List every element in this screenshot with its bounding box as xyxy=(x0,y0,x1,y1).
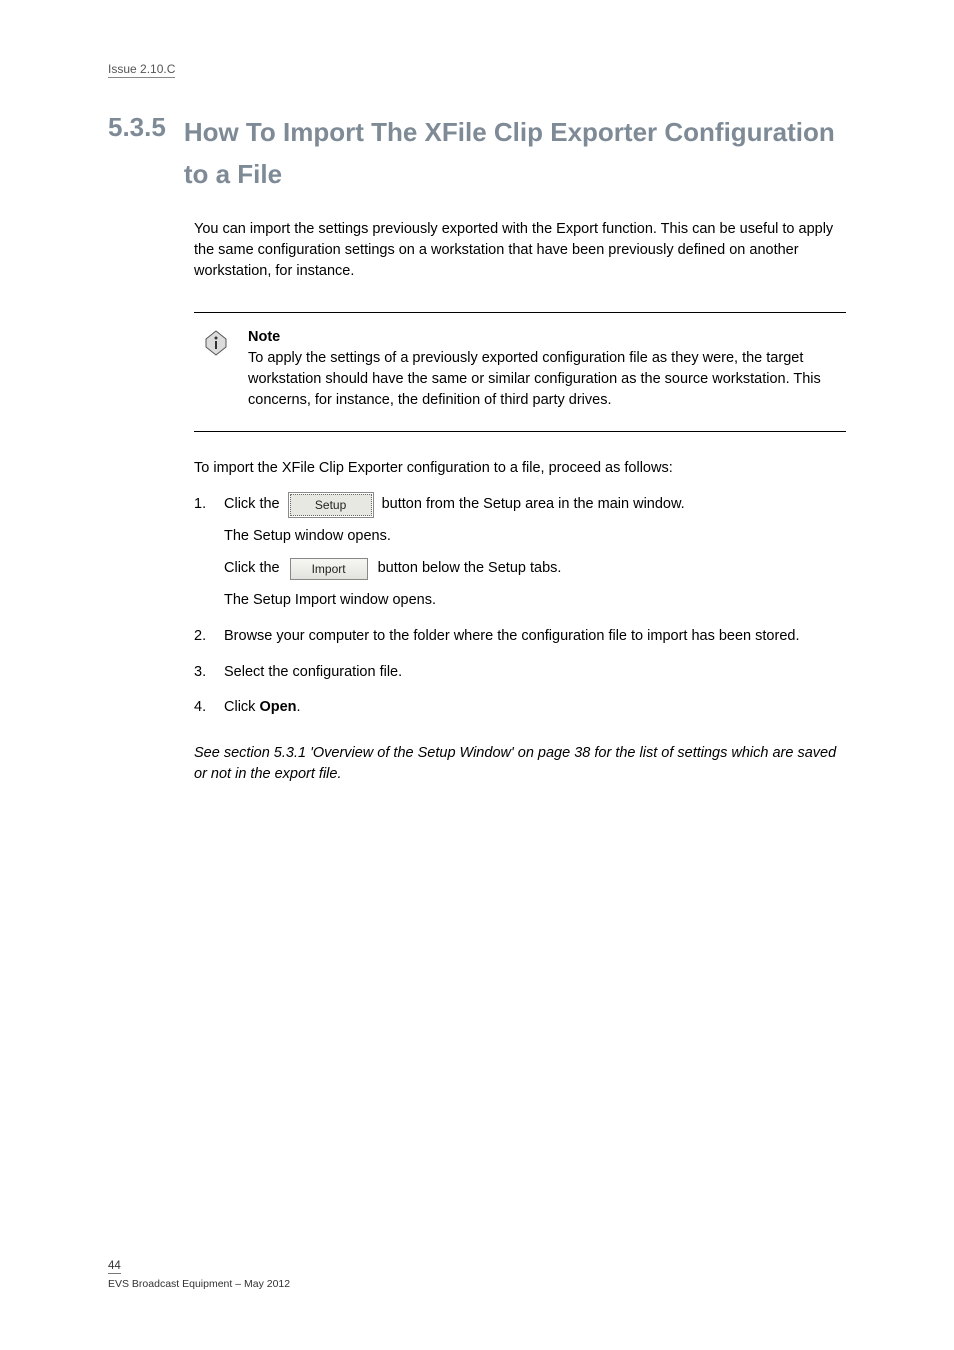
step-2: 2. Browse your computer to the folder wh… xyxy=(194,626,846,648)
step-text: Click the xyxy=(224,494,280,516)
step-text: Click Open. xyxy=(224,697,846,719)
step-1: 1. Click the Setup button from the Setup… xyxy=(194,494,846,612)
section-heading: 5.3.5 How To Import The XFile Clip Expor… xyxy=(108,112,846,195)
step-text: Click the xyxy=(224,558,280,580)
step-text: Browse your computer to the folder where… xyxy=(224,626,846,648)
section-number: 5.3.5 xyxy=(108,112,166,143)
import-button[interactable]: Import xyxy=(290,558,368,580)
step-text: button from the Setup area in the main w… xyxy=(382,494,685,516)
step-number: 1. xyxy=(194,494,214,516)
step-number: 4. xyxy=(194,697,214,719)
setup-button[interactable]: Setup xyxy=(290,494,372,516)
header-issue: Issue 2.10.C xyxy=(108,62,175,78)
footer-text: EVS Broadcast Equipment – May 2012 xyxy=(108,1278,846,1290)
step-subtext: The Setup Import window opens. xyxy=(224,590,846,612)
note-icon xyxy=(202,329,230,411)
step-3: 3. Select the configuration file. xyxy=(194,662,846,684)
step-4: 4. Click Open. xyxy=(194,697,846,719)
closing-paragraph: See section 5.3.1 'Overview of the Setup… xyxy=(194,743,846,785)
step-text: Select the configuration file. xyxy=(224,662,846,684)
step-subtext: The Setup window opens. xyxy=(224,526,846,548)
note-text: Note To apply the settings of a previous… xyxy=(248,327,838,411)
step-text: button below the Setup tabs. xyxy=(378,558,562,580)
step-number: 3. xyxy=(194,662,214,684)
note-label: Note xyxy=(248,327,838,348)
page-footer: 44 EVS Broadcast Equipment – May 2012 xyxy=(108,1256,846,1290)
note-body: To apply the settings of a previously ex… xyxy=(248,350,821,408)
intro-paragraph: You can import the settings previously e… xyxy=(194,219,846,282)
section-title: How To Import The XFile Clip Exporter Co… xyxy=(184,112,846,195)
step-number: 2. xyxy=(194,626,214,648)
page-number: 44 xyxy=(108,1260,121,1274)
steps-intro: To import the XFile Clip Exporter config… xyxy=(194,460,846,476)
steps-list: 1. Click the Setup button from the Setup… xyxy=(194,494,846,719)
note-box: Note To apply the settings of a previous… xyxy=(194,312,846,432)
